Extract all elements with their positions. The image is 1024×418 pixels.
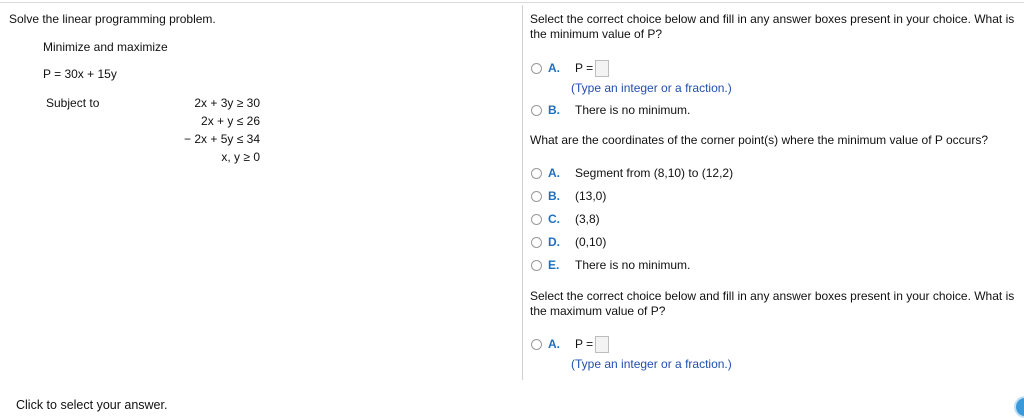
- choice-letter: A.: [548, 61, 560, 75]
- constraints-list: 2x + 3y ≥ 30 2x + y ≤ 26 − 2x + 5y ≤ 34 …: [150, 96, 260, 168]
- choice-letter: D.: [548, 235, 560, 249]
- top-rule: [0, 2, 1024, 3]
- problem-title: Solve the linear programming problem.: [9, 12, 216, 26]
- choice-letter: A.: [548, 337, 560, 351]
- q2-choice-c[interactable]: C. (3,8): [531, 211, 600, 227]
- status-text: Click to select your answer.: [16, 398, 168, 412]
- question-max-value: Select the correct choice below and fill…: [530, 289, 1015, 318]
- choice-letter: B.: [548, 103, 560, 117]
- q1-choice-b[interactable]: B. There is no minimum.: [531, 102, 690, 118]
- radio-button-icon[interactable]: [531, 104, 542, 116]
- problem-instruction: Minimize and maximize: [43, 40, 168, 54]
- constraint-4: x, y ≥ 0: [221, 150, 260, 164]
- constraint-2: 2x + y ≤ 26: [201, 114, 260, 128]
- choice-letter: C.: [548, 212, 560, 226]
- q1-choice-a[interactable]: A. P =: [531, 59, 610, 77]
- q2-choice-a[interactable]: A. Segment from (8,10) to (12,2): [531, 165, 733, 181]
- answer-hint: (Type an integer or a fraction.): [571, 357, 732, 371]
- choice-text: P =: [575, 337, 594, 351]
- radio-button-icon[interactable]: [531, 259, 542, 271]
- constraint-1: 2x + 3y ≥ 30: [194, 96, 260, 110]
- q3-choice-a[interactable]: A. P =: [531, 335, 610, 353]
- radio-button-icon[interactable]: [531, 190, 542, 202]
- radio-button-icon[interactable]: [531, 167, 542, 179]
- choice-text: (3,8): [575, 212, 600, 226]
- subject-to-label: Subject to: [46, 96, 100, 110]
- q2-choice-b[interactable]: B. (13,0): [531, 188, 606, 204]
- choice-text: There is no minimum.: [575, 103, 691, 117]
- choice-text: (13,0): [575, 189, 607, 203]
- choice-letter: A.: [548, 166, 560, 180]
- answer-hint: (Type an integer or a fraction.): [571, 81, 732, 95]
- answer-input-min[interactable]: [595, 59, 610, 77]
- answer-input-max[interactable]: [595, 335, 610, 353]
- choice-text: (0,10): [575, 235, 607, 249]
- radio-button-icon[interactable]: [531, 338, 542, 350]
- question-corner-points: What are the coordinates of the corner p…: [530, 133, 988, 147]
- choice-text: Segment from (8,10) to (12,2): [575, 166, 734, 180]
- choice-text: P =: [575, 61, 594, 75]
- choice-letter: B.: [548, 189, 560, 203]
- help-bubble-icon[interactable]: [1014, 396, 1024, 418]
- radio-button-icon[interactable]: [531, 213, 542, 225]
- q2-choice-d[interactable]: D. (0,10): [531, 234, 606, 250]
- choice-text: There is no minimum.: [575, 258, 691, 272]
- objective-function: P = 30x + 15y: [43, 67, 117, 81]
- q2-choice-e[interactable]: E. There is no minimum.: [531, 257, 690, 273]
- radio-button-icon[interactable]: [531, 62, 542, 74]
- question-min-value: Select the correct choice below and fill…: [530, 12, 1015, 41]
- panel-divider: [522, 5, 523, 380]
- choice-letter: E.: [548, 258, 560, 272]
- radio-button-icon[interactable]: [531, 236, 542, 248]
- constraint-3: − 2x + 5y ≤ 34: [184, 132, 260, 146]
